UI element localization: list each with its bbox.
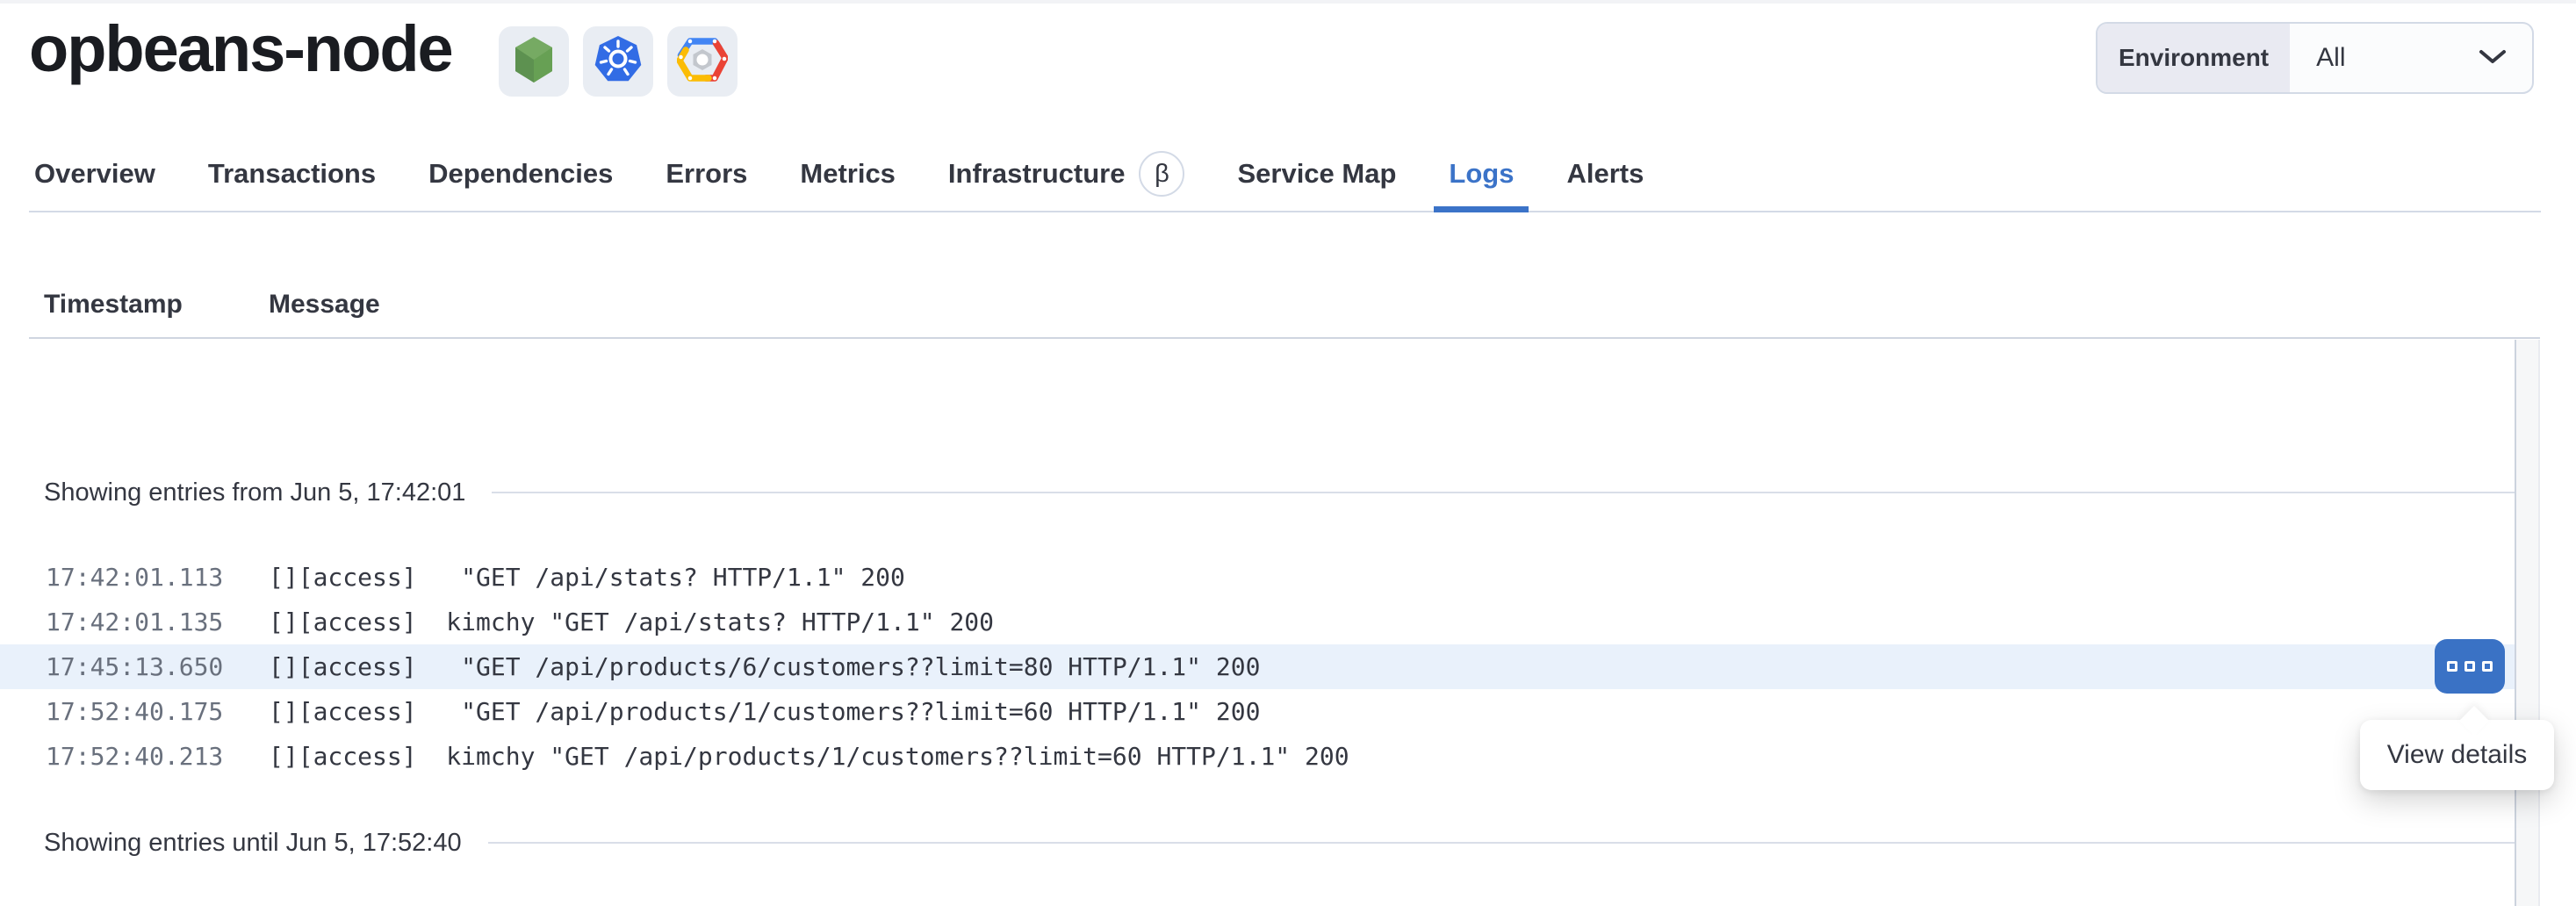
tab-alerts[interactable]: Alerts	[1566, 137, 1644, 211]
beta-badge: β	[1139, 151, 1184, 197]
chevron-down-icon	[2478, 43, 2508, 73]
log-rows: 17:42:01.113 [][access] "GET /api/stats?…	[0, 555, 2515, 779]
log-row[interactable]: 17:42:01.113 [][access] "GET /api/stats?…	[0, 555, 2515, 600]
environment-select[interactable]: Environment All	[2096, 22, 2534, 94]
log-message: [][access] "GET /api/products/6/customer…	[269, 652, 1260, 681]
column-header-message: Message	[269, 287, 380, 322]
view-details-label: View details	[2387, 740, 2528, 770]
vertical-scrollbar[interactable]	[2515, 340, 2540, 906]
table-header-border	[29, 337, 2540, 339]
log-timestamp: 17:42:01.113	[46, 563, 269, 592]
log-timestamp: 17:42:01.135	[46, 608, 269, 636]
log-message: [][access] kimchy "GET /api/stats? HTTP/…	[269, 608, 994, 636]
tab-errors[interactable]: Errors	[666, 137, 747, 211]
log-timestamp: 17:52:40.175	[46, 697, 269, 726]
log-stream: Showing entries from Jun 5, 17:42:01 17:…	[0, 340, 2515, 906]
google-cloud-badge	[667, 26, 738, 97]
tab-logs[interactable]: Logs	[1449, 137, 1514, 211]
tab-service-map[interactable]: Service Map	[1237, 137, 1396, 211]
log-message: [][access] "GET /api/stats? HTTP/1.1" 20…	[269, 563, 905, 592]
google-cloud-icon	[677, 38, 728, 86]
tab-infrastructure[interactable]: Infrastructure β	[948, 137, 1185, 211]
nodejs-icon	[513, 36, 555, 88]
showing-entries-from: Showing entries from Jun 5, 17:42:01	[0, 470, 2515, 515]
kubernetes-badge	[583, 26, 653, 97]
log-row-highlighted[interactable]: 17:45:13.650 [][access] "GET /api/produc…	[0, 644, 2515, 689]
divider-line	[488, 842, 2515, 844]
service-icon-badges	[499, 26, 738, 97]
nodejs-badge	[499, 26, 569, 97]
log-message: [][access] kimchy "GET /api/products/1/c…	[269, 742, 1349, 771]
tab-metrics[interactable]: Metrics	[800, 137, 896, 211]
log-row[interactable]: 17:42:01.135 [][access] kimchy "GET /api…	[0, 600, 2515, 644]
environment-select-label: Environment	[2097, 24, 2290, 92]
row-actions-button[interactable]	[2435, 639, 2505, 694]
ellipsis-squares-icon	[2447, 661, 2493, 672]
log-timestamp: 17:45:13.650	[46, 652, 269, 681]
log-timestamp: 17:52:40.213	[46, 742, 269, 771]
apm-service-page: opbeans-node	[0, 0, 2576, 906]
tab-dependencies[interactable]: Dependencies	[428, 137, 613, 211]
showing-entries-until: Showing entries until Jun 5, 17:52:40	[0, 820, 2515, 866]
log-message: [][access] "GET /api/products/1/customer…	[269, 697, 1260, 726]
tab-transactions[interactable]: Transactions	[208, 137, 376, 211]
column-header-timestamp: Timestamp	[44, 287, 183, 322]
log-row[interactable]: 17:52:40.213 [][access] kimchy "GET /api…	[0, 734, 2515, 779]
kubernetes-icon	[594, 36, 643, 88]
service-tabs: Overview Transactions Dependencies Error…	[29, 137, 2541, 212]
environment-select-value: All	[2316, 43, 2345, 73]
window-top-edge	[0, 0, 2576, 4]
service-name-title: opbeans-node	[29, 5, 452, 93]
log-row[interactable]: 17:52:40.175 [][access] "GET /api/produc…	[0, 689, 2515, 734]
divider-line	[492, 492, 2515, 493]
tab-overview[interactable]: Overview	[34, 137, 155, 211]
view-details-tooltip[interactable]: View details	[2360, 720, 2554, 790]
